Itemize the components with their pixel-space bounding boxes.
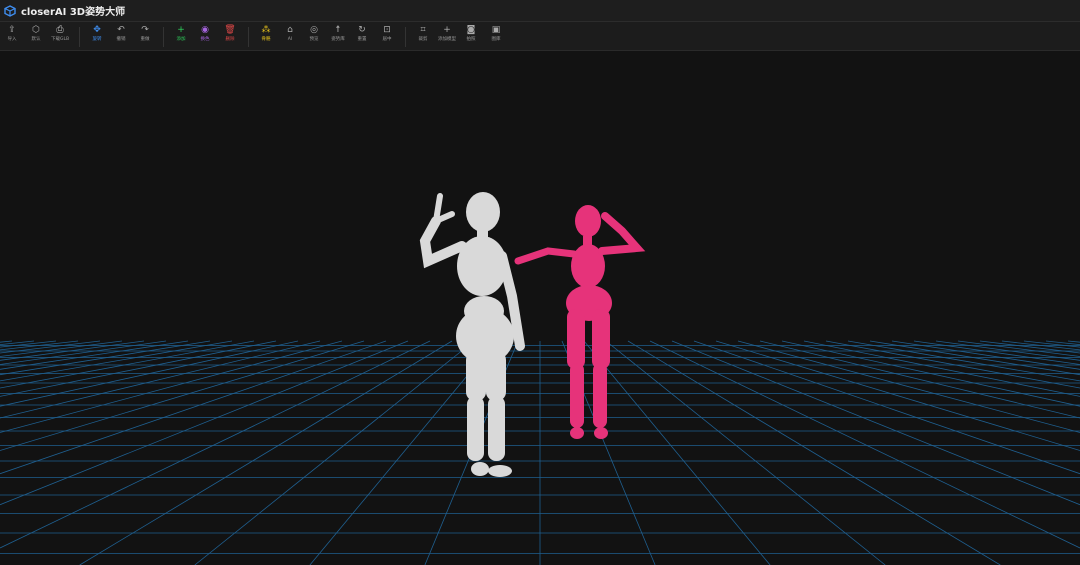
title-bar: closerAI 3D姿势大师 [0, 0, 1080, 22]
tool-palette-button[interactable]: ◉ 换色 [193, 25, 217, 44]
add-model-icon: + [443, 25, 451, 35]
bones-icon: ⁂ [261, 25, 271, 35]
grid-line [583, 340, 771, 565]
tool-plus-button[interactable]: + 添加 [169, 25, 193, 44]
tool-trash-button[interactable]: 🗑 删除 [218, 25, 242, 44]
tool-label: 下载GLB [50, 37, 70, 42]
tool-undo-button[interactable]: ↶ 撤销 [109, 25, 133, 44]
grid-line [649, 340, 1080, 549]
mannequin-pink[interactable] [514, 205, 646, 439]
tool-label: 图库 [491, 37, 501, 42]
crop-icon: ⌗ [420, 25, 426, 35]
grid-line [0, 340, 343, 433]
grid-line [0, 340, 409, 506]
grid-line [79, 340, 453, 565]
rotate-icon: ✥ [93, 25, 101, 35]
tool-rotate-button[interactable]: ✥ 旋转 [85, 25, 109, 44]
app-logo-icon [4, 4, 16, 17]
grid-line [0, 340, 431, 549]
eye-icon: ◎ [310, 25, 318, 35]
cube-icon: ⬡ [32, 25, 40, 35]
grid-line [0, 340, 277, 397]
tool-label: 裁剪 [418, 37, 428, 42]
tool-label: 旋转 [92, 37, 102, 42]
tool-bones-button[interactable]: ⁂ 骨骼 [254, 25, 278, 44]
tool-upload-button[interactable]: ⇪ 导入 [0, 25, 24, 44]
tool-eye-button[interactable]: ◎ 预览 [302, 25, 326, 44]
camera-icon: ◙ [466, 25, 476, 35]
redo-icon: ↷ [141, 25, 149, 35]
tool-label: AI [287, 37, 293, 42]
tool-label: 重置 [357, 37, 367, 42]
mannequin-white[interactable] [419, 192, 525, 477]
tool-camera-button[interactable]: ◙ 拍照 [459, 25, 483, 44]
tool-label: 姿势库 [331, 37, 345, 42]
tool-add-model-button[interactable]: + 添加模型 [435, 25, 459, 44]
trash-icon: 🗑 [224, 25, 236, 35]
tool-label: 拍照 [466, 37, 476, 42]
app-title: closerAI 3D姿势大师 [21, 7, 126, 18]
tool-redo-button[interactable]: ↷ 重做 [133, 25, 157, 44]
download-file-icon: ⎙ [56, 25, 64, 35]
grid-line [671, 340, 1080, 506]
tool-label: 默认 [31, 37, 41, 42]
grid-line [737, 340, 1080, 433]
tool-label: 撤销 [116, 37, 126, 42]
tool-download-file-button[interactable]: ⎙ 下载GLB [48, 25, 72, 44]
grid-line [1067, 340, 1080, 343]
tool-label: 换色 [200, 37, 210, 42]
grid-line [605, 340, 886, 565]
tool-robot-button[interactable]: ⌂ AI [278, 25, 302, 44]
floor-grid [0, 340, 1080, 565]
grid-line [0, 340, 13, 343]
grid-line [0, 340, 233, 382]
grid-line [847, 340, 1080, 382]
tool-label: 重做 [140, 37, 150, 42]
reset-icon: ↻ [358, 25, 366, 35]
figure-icon: ☨ [335, 25, 341, 35]
palette-icon: ◉ [201, 25, 209, 35]
upload-icon: ⇪ [8, 25, 16, 35]
tool-label: 添加模型 [438, 37, 456, 42]
grid-line [194, 340, 475, 565]
tool-reset-button[interactable]: ↻ 重置 [350, 25, 374, 44]
tool-label: 预览 [309, 37, 319, 42]
plus-icon: + [177, 25, 185, 35]
tool-cube-button[interactable]: ⬡ 默认 [24, 25, 48, 44]
tool-label: 骨骼 [261, 37, 271, 42]
toolbar-divider [79, 27, 80, 47]
tool-label: 居中 [382, 37, 392, 42]
tool-gallery-button[interactable]: ▣ 图库 [484, 25, 508, 44]
3d-viewport[interactable] [0, 51, 1080, 565]
tool-label: 导入 [7, 37, 17, 42]
undo-icon: ↶ [117, 25, 125, 35]
tool-label: 添加 [176, 37, 186, 42]
grid-line [803, 340, 1080, 397]
toolbar: ⇪ 导入 ⬡ 默认 ⎙ 下载GLB ✥ 旋转 ↶ 撤销 ↷ 重做 + 添加 ◉ 换色 🗑 删除 ⁂ 骨骼 ⌂ AI ◎ 预览 ☨… [0, 22, 1080, 51]
tool-label: 删除 [225, 37, 235, 42]
gallery-icon: ▣ [491, 25, 501, 35]
toolbar-divider [248, 27, 249, 47]
toolbar-divider [405, 27, 406, 47]
tool-figure-button[interactable]: ☨ 姿势库 [326, 25, 350, 44]
tool-crop-button[interactable]: ⌗ 裁剪 [411, 25, 435, 44]
grid-line [627, 340, 1001, 565]
robot-icon: ⌂ [287, 25, 293, 35]
tool-focus-button[interactable]: ⊡ 居中 [375, 25, 399, 44]
focus-icon: ⊡ [383, 25, 391, 35]
toolbar-divider [163, 27, 164, 47]
